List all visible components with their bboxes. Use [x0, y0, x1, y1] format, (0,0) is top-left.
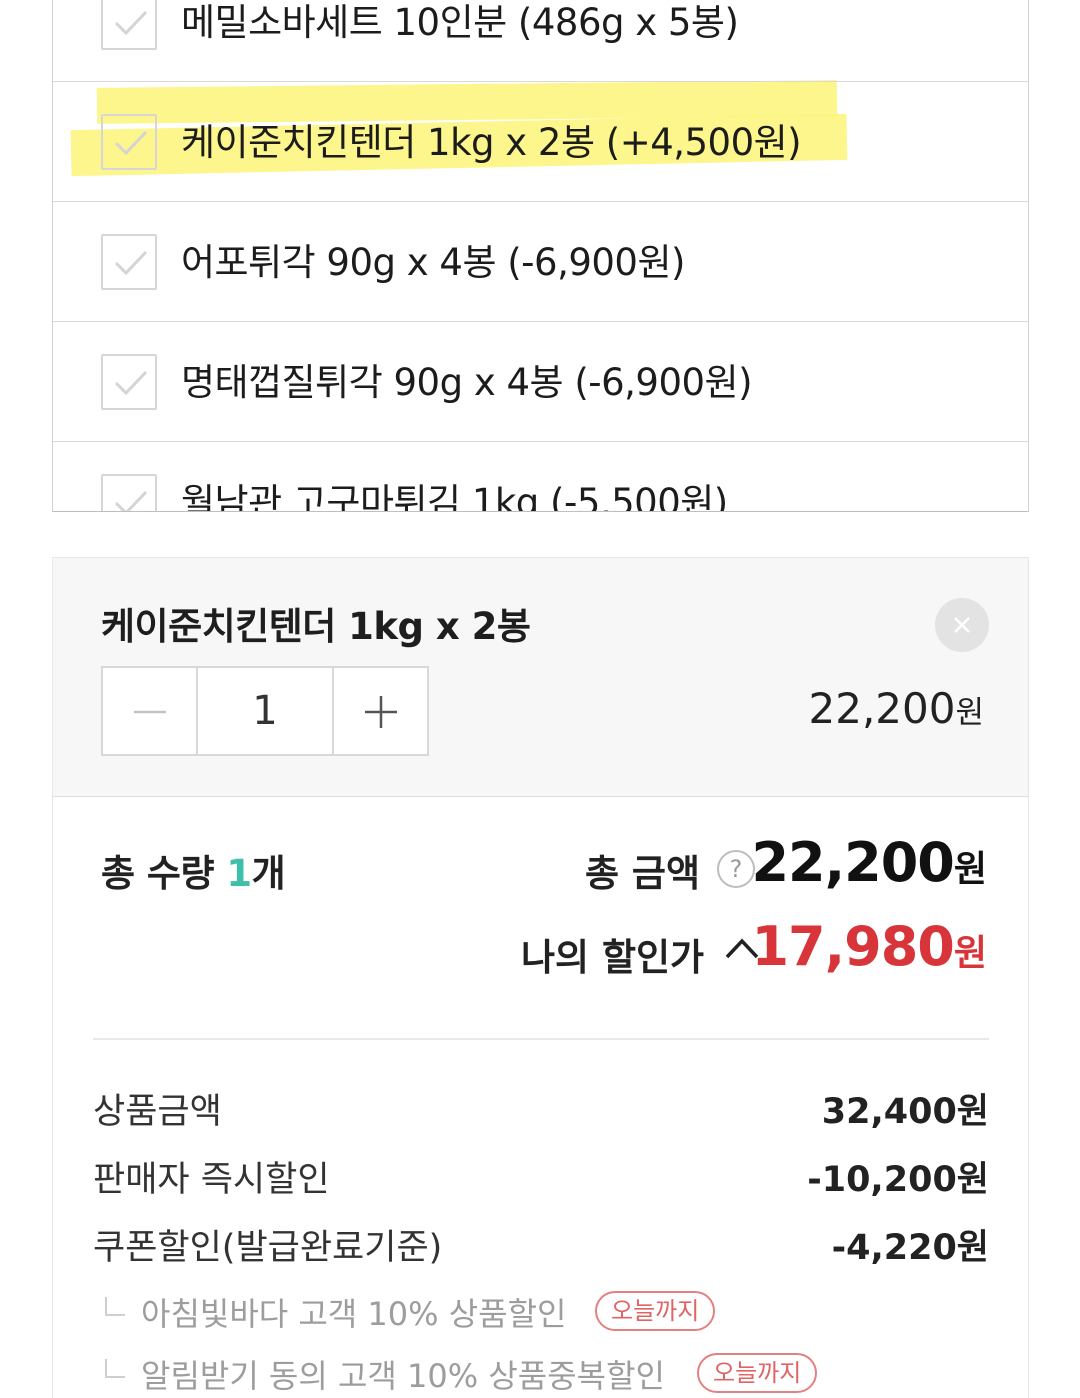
checkbox[interactable]: [101, 234, 157, 290]
price-value: 22,200: [808, 684, 956, 733]
quantity-value[interactable]: 1: [198, 668, 332, 754]
check-icon: [114, 10, 148, 36]
plus-icon: [365, 696, 397, 728]
option-item[interactable]: 명태껍질튀각 90g x 4봉 (-6,900원): [53, 322, 1028, 442]
breakdown-label: 쿠폰할인(발급완료기준): [93, 1228, 443, 1268]
my-discount-unit: 원: [953, 933, 987, 974]
option-item[interactable]: 케이준치킨텐더 1kg x 2봉 (+4,500원): [53, 82, 1028, 202]
remove-item-button[interactable]: [935, 598, 989, 652]
increase-quantity-button[interactable]: [332, 668, 427, 754]
breakdown-label: 상품금액: [93, 1092, 222, 1132]
price-unit: 원: [955, 695, 984, 731]
minus-icon: [134, 710, 166, 714]
breakdown-row: 판매자 즉시할인 -10,200원: [93, 1151, 989, 1201]
check-icon: [114, 250, 148, 276]
breakdown-value: 32,400원: [821, 1092, 989, 1132]
checkbox[interactable]: [101, 474, 157, 511]
branch-icon: [105, 1297, 125, 1316]
my-discount-price: 17,980원: [751, 915, 987, 978]
breakdown-value: -4,220원: [831, 1228, 989, 1268]
expiry-badge: 오늘까지: [697, 1353, 818, 1393]
checkbox[interactable]: [101, 0, 157, 50]
selected-item-card: 케이준치킨텐더 1kg x 2봉 1 22,200원: [52, 557, 1029, 797]
option-list: 메밀소바세트 10인분 (486g x 5봉) 케이준치킨텐더 1kg x 2봉…: [52, 0, 1029, 512]
decrease-quantity-button[interactable]: [103, 668, 198, 754]
check-icon: [114, 130, 148, 156]
my-discount-value: 17,980: [751, 915, 954, 978]
option-label: 케이준치킨텐더 1kg x 2봉 (+4,500원): [181, 121, 802, 164]
close-icon: [954, 617, 970, 633]
option-label: 월남관 고구마튀김 1kg (-5,500원): [181, 481, 728, 512]
quantity-stepper: 1: [101, 666, 429, 756]
breakdown-label: 판매자 즉시할인: [93, 1160, 330, 1200]
help-icon[interactable]: ?: [717, 850, 755, 888]
total-quantity: 총 수량 1개: [101, 843, 286, 897]
selected-item-name: 케이준치킨텐더 1kg x 2봉: [101, 605, 531, 648]
check-icon: [114, 370, 148, 396]
coupon-label: 알림받기 동의 고객 10% 상품중복할인: [141, 1357, 665, 1395]
breakdown-value: -10,200원: [807, 1160, 989, 1200]
option-item[interactable]: 어포튀각 90g x 4봉 (-6,900원): [53, 202, 1028, 322]
option-label: 메밀소바세트 10인분 (486g x 5봉): [181, 1, 739, 44]
checkbox[interactable]: [101, 114, 157, 170]
selected-item-price: 22,200원: [809, 684, 985, 733]
coupon-label: 아침빛바다 고객 10% 상품할인: [141, 1295, 567, 1333]
expiry-badge: 오늘까지: [595, 1291, 716, 1331]
total-amount-label: 총 금액: [585, 852, 701, 895]
total-amount-unit: 원: [953, 849, 987, 890]
total-quantity-label: 총 수량: [101, 852, 227, 895]
divider: [93, 1038, 989, 1040]
option-label: 어포튀각 90g x 4봉 (-6,900원): [181, 241, 685, 284]
check-icon: [114, 490, 148, 511]
total-amount-value: 22,200: [751, 831, 954, 894]
total-amount: 22,200원: [751, 831, 987, 894]
breakdown-row: 쿠폰할인(발급완료기준) -4,220원: [93, 1219, 989, 1269]
my-discount-toggle[interactable]: 나의 할인가: [521, 927, 704, 981]
branch-icon: [105, 1359, 125, 1378]
total-quantity-unit: 개: [251, 852, 286, 895]
order-summary: 총 수량 1개 총 금액 ? 22,200원 나의 할인가 17,980원 상품…: [52, 797, 1029, 1398]
option-item[interactable]: 메밀소바세트 10인분 (486g x 5봉): [53, 0, 1028, 82]
total-quantity-value: 1: [226, 852, 252, 895]
breakdown-row: 상품금액 32,400원: [93, 1083, 989, 1133]
option-label: 명태껍질튀각 90g x 4봉 (-6,900원): [181, 361, 753, 404]
option-item[interactable]: 월남관 고구마튀김 1kg (-5,500원): [53, 442, 1028, 512]
checkbox[interactable]: [101, 354, 157, 410]
